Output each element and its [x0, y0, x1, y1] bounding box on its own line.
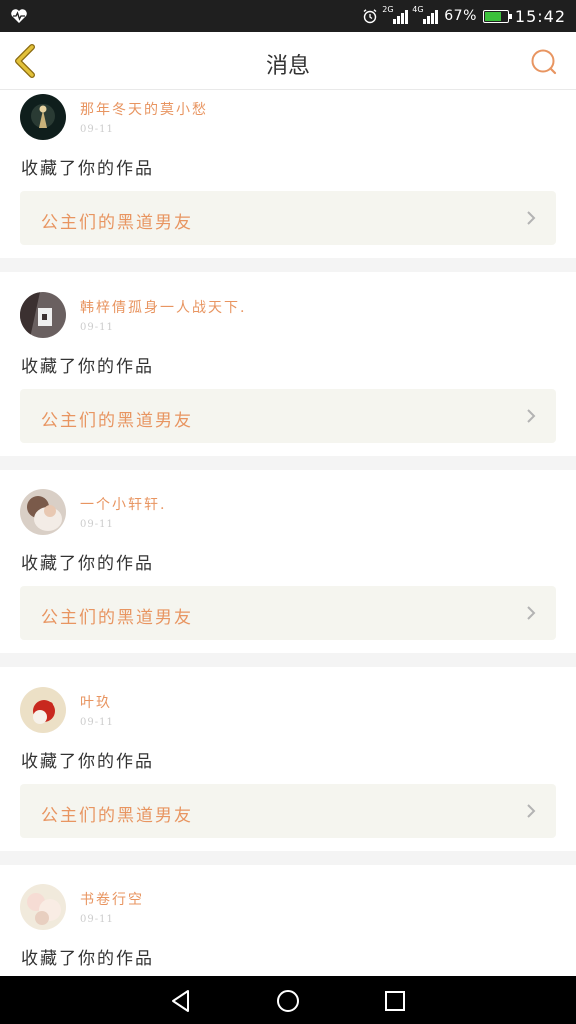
search-icon[interactable] — [530, 48, 558, 76]
action-text: 收藏了你的作品 — [21, 752, 154, 772]
username-link[interactable]: 一个小轩轩. — [80, 494, 166, 514]
action-text: 收藏了你的作品 — [21, 554, 154, 574]
avatar[interactable] — [20, 94, 66, 140]
username-link[interactable]: 书卷行空 — [80, 889, 144, 909]
avatar[interactable] — [20, 292, 66, 338]
triangle-back-icon[interactable] — [168, 988, 194, 1014]
work-link[interactable]: 公主们的黑道男友 — [20, 784, 556, 838]
work-title: 公主们的黑道男友 — [41, 608, 193, 628]
alarm-icon — [363, 9, 377, 24]
square-recents-icon[interactable] — [382, 988, 408, 1014]
section-divider — [0, 851, 576, 865]
notification-item: 韩梓倩孤身一人战天下. 09-11 收藏了你的作品 公主们的黑道男友 — [0, 288, 576, 470]
chevron-right-icon — [527, 409, 536, 423]
chevron-right-icon — [527, 211, 536, 225]
timestamp: 09-11 — [80, 124, 114, 135]
notification-item: 那年冬天的莫小愁 09-11 收藏了你的作品 公主们的黑道男友 — [0, 90, 576, 272]
notification-item: 一个小轩轩. 09-11 收藏了你的作品 公主们的黑道男友 — [0, 485, 576, 667]
work-link[interactable]: 公主们的黑道男友 — [20, 191, 556, 245]
timestamp: 09-11 — [80, 914, 114, 925]
clock-time: 15:42 — [514, 6, 566, 26]
battery-fill — [484, 11, 501, 21]
chevron-right-icon — [527, 804, 536, 818]
avatar[interactable] — [20, 687, 66, 733]
network-type-label: 2G — [382, 5, 394, 14]
avatar[interactable] — [20, 489, 66, 535]
battery-icon — [482, 9, 512, 23]
work-title: 公主们的黑道男友 — [41, 806, 193, 826]
work-title: 公主们的黑道男友 — [41, 213, 193, 233]
action-text: 收藏了你的作品 — [21, 357, 154, 377]
timestamp: 09-11 — [80, 519, 114, 530]
timestamp: 09-11 — [80, 322, 114, 333]
network-type-label: 4G — [412, 5, 424, 14]
username-link[interactable]: 韩梓倩孤身一人战天下. — [80, 297, 246, 317]
chevron-right-icon — [527, 606, 536, 620]
notification-list[interactable]: 那年冬天的莫小愁 09-11 收藏了你的作品 公主们的黑道男友 韩梓倩孤身一人战… — [0, 90, 576, 976]
status-bar: 2G 4G 67% 15:42 — [0, 0, 576, 32]
action-text: 收藏了你的作品 — [21, 949, 154, 969]
app-header: 消息 — [0, 32, 576, 90]
heart-monitor-icon — [11, 9, 27, 23]
work-link[interactable]: 公主们的黑道男友 — [20, 586, 556, 640]
battery-percent: 67% — [444, 8, 477, 24]
avatar[interactable] — [20, 884, 66, 930]
section-divider — [0, 258, 576, 272]
username-link[interactable]: 那年冬天的莫小愁 — [80, 99, 208, 119]
page-title: 消息 — [265, 54, 310, 79]
notification-item: 叶玖 09-11 收藏了你的作品 公主们的黑道男友 — [0, 683, 576, 865]
section-divider — [0, 456, 576, 470]
work-title: 公主们的黑道男友 — [41, 411, 193, 431]
section-divider — [0, 653, 576, 667]
work-link[interactable]: 公主们的黑道男友 — [20, 389, 556, 443]
timestamp: 09-11 — [80, 717, 114, 728]
username-link[interactable]: 叶玖 — [80, 692, 112, 712]
circle-home-icon[interactable] — [275, 988, 301, 1014]
system-nav-bar — [0, 976, 576, 1024]
signal-strength-sim1: 2G — [382, 5, 409, 24]
notification-item: 书卷行空 09-11 收藏了你的作品 — [0, 880, 576, 976]
action-text: 收藏了你的作品 — [21, 159, 154, 179]
signal-strength-sim2: 4G — [412, 5, 439, 24]
